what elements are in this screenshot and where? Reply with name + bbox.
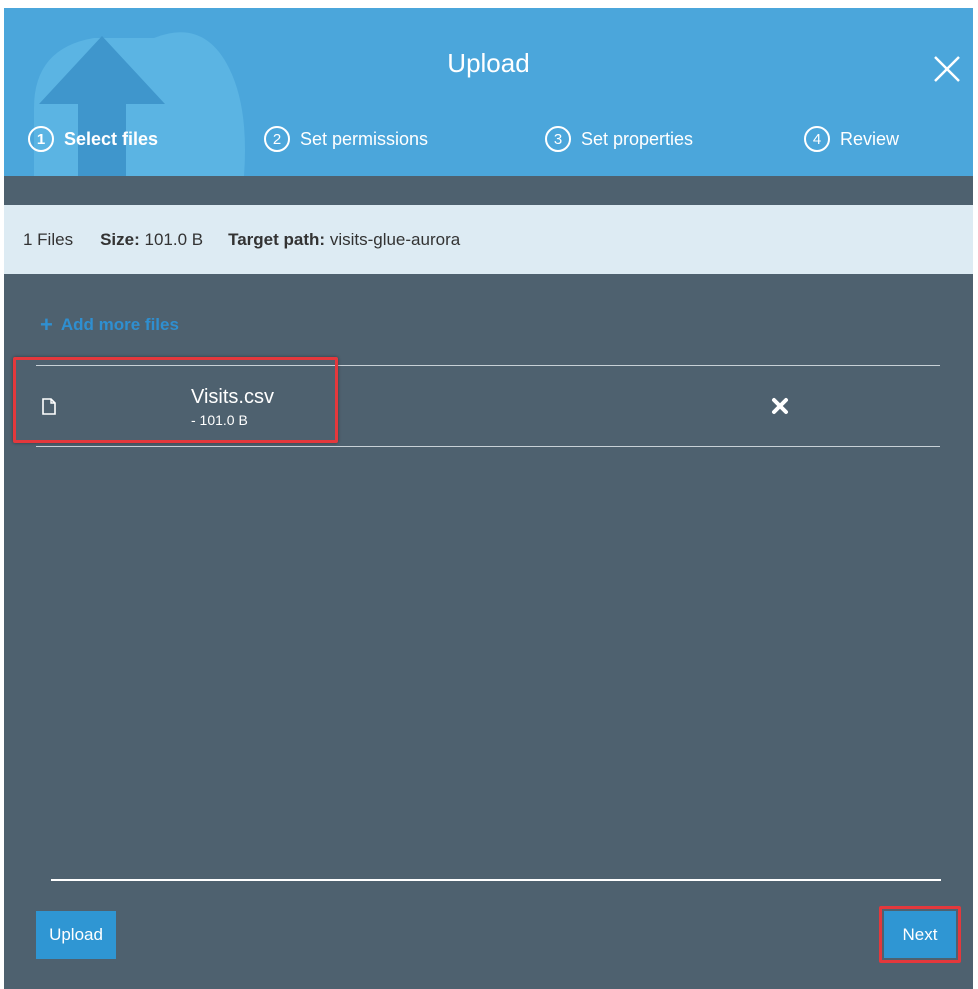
plus-icon: + [40, 312, 53, 337]
target-path-value: visits-glue-aurora [329, 229, 461, 249]
step-label: Review [840, 128, 900, 149]
add-more-files-label: Add more files [60, 315, 179, 334]
step-select-files[interactable]: 1 Select files [28, 124, 158, 154]
footer-divider [51, 879, 941, 881]
total-size: Size: 101.0 B [100, 230, 203, 250]
size-value: 101.0 B [144, 229, 204, 249]
step-set-properties[interactable]: 3 Set properties [545, 124, 693, 154]
target-path-label: Target path: [228, 229, 326, 249]
remove-icon[interactable] [770, 396, 790, 416]
file-count: 1 Files [23, 229, 74, 249]
step-number: 3 [545, 126, 571, 152]
step-set-permissions[interactable]: 2 Set permissions [264, 124, 428, 154]
step-number: 1 [28, 126, 54, 152]
upload-button[interactable]: Upload [36, 911, 116, 959]
size-label: Size: [100, 229, 140, 249]
step-label: Set properties [581, 128, 694, 149]
upload-summary-bar: 1 Files Size: 101.0 B Target path: visit… [4, 205, 973, 274]
step-indicator: 1 Select files 2 Set permissions 3 Set p… [4, 8, 973, 176]
next-button[interactable]: Next [884, 911, 956, 958]
step-number: 2 [264, 126, 290, 152]
step-review[interactable]: 4 Review [804, 124, 899, 154]
divider [36, 446, 940, 447]
step-label: Set permissions [300, 128, 429, 149]
file-highlight-box [13, 357, 338, 443]
target-path: Target path: visits-glue-aurora [228, 230, 460, 250]
dialog-header: Upload 1 Select files 2 Set permissions … [4, 8, 973, 176]
upload-dialog: Upload 1 Select files 2 Set permissions … [4, 8, 973, 989]
step-label: Select files [64, 128, 159, 149]
add-more-files-link[interactable]: + Add more files [40, 314, 179, 336]
step-number: 4 [804, 126, 830, 152]
